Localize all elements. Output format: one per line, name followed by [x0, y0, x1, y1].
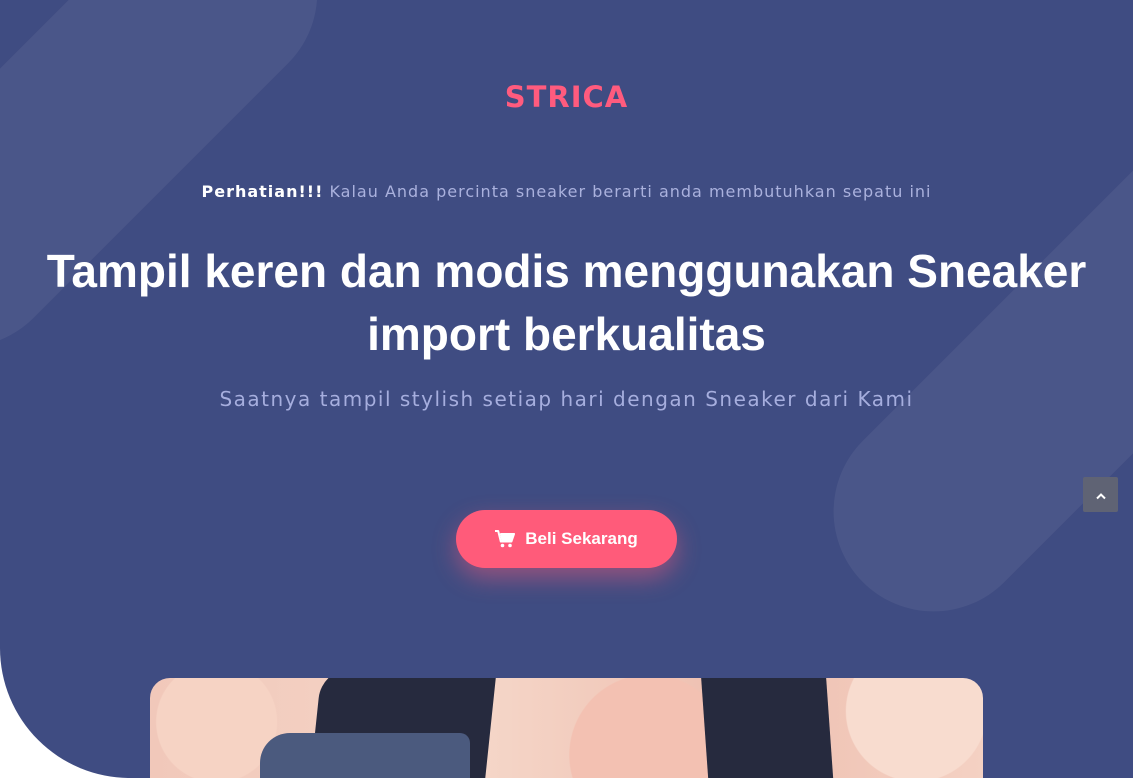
scroll-to-top-button[interactable] [1083, 477, 1118, 512]
shopping-cart-icon [495, 530, 516, 548]
notice-strong: Perhatian!!! [201, 182, 324, 201]
buy-now-label: Beli Sekarang [525, 529, 638, 548]
chevron-up-icon [1095, 485, 1106, 504]
notice-body: Kalau Anda percinta sneaker berarti anda… [323, 182, 932, 201]
page-subheadline: Saatnya tampil stylish setiap hari denga… [219, 387, 914, 411]
hero-image [150, 678, 983, 778]
brand-logo[interactable]: STRICA [0, 80, 1133, 114]
hero-section: STRICA Perhatian!!! Kalau Anda percinta … [0, 0, 1133, 778]
decorative-shape [792, 87, 1133, 653]
notice-text: Perhatian!!! Kalau Anda percinta sneaker… [0, 182, 1133, 201]
page-headline: Tampil keren dan modis menggunakan Sneak… [46, 245, 1087, 360]
buy-now-button[interactable]: Beli Sekarang [456, 510, 677, 568]
